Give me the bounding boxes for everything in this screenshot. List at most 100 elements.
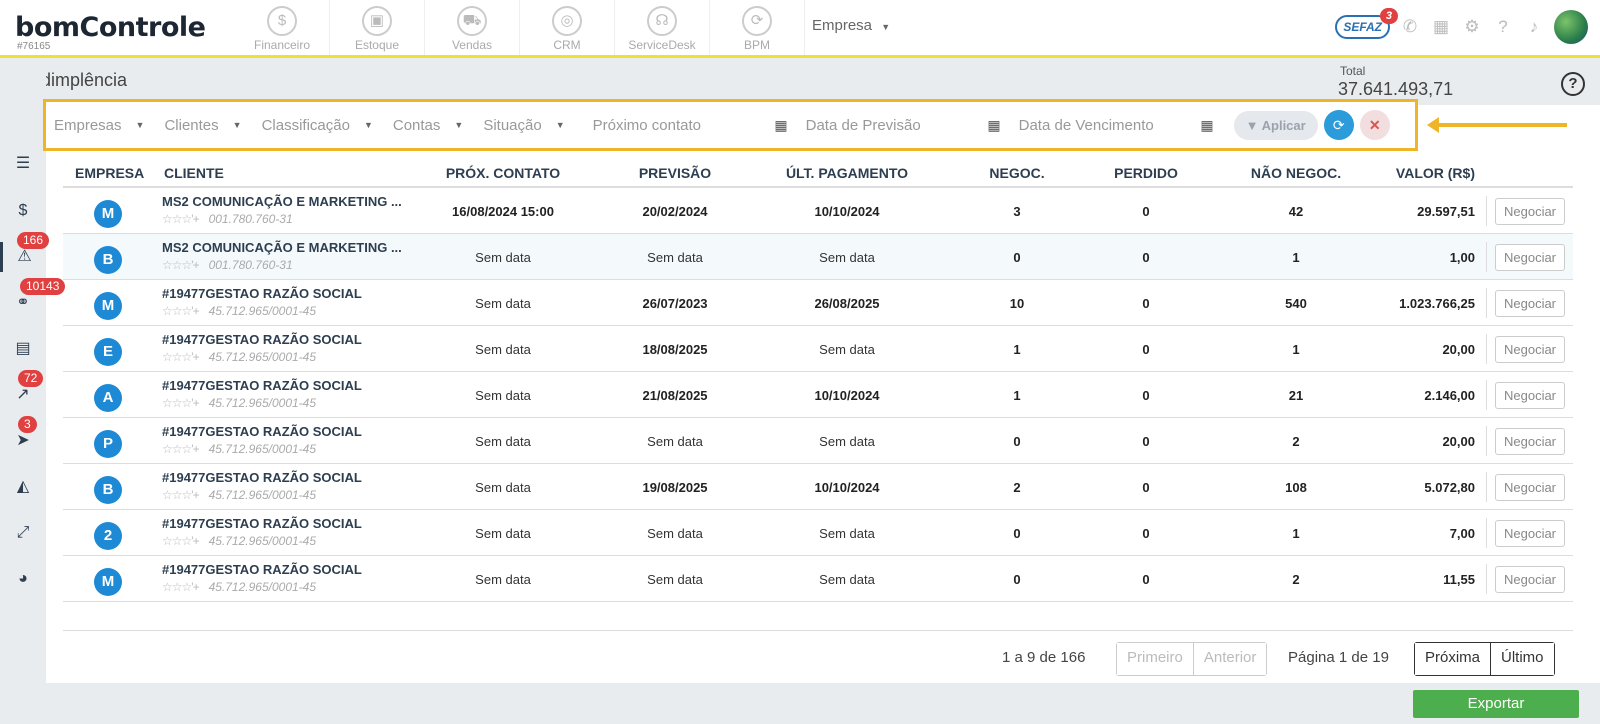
negociar-button[interactable]: Negociar <box>1495 290 1565 317</box>
sidebar-item-links[interactable]: ⚭ 10143 <box>0 278 66 318</box>
last-page-button[interactable]: Último <box>1490 643 1554 675</box>
module-label: BPM <box>743 38 770 52</box>
client-name[interactable]: MS2 COMUNICAÇÃO E MARKETING ... <box>162 240 402 255</box>
calendar-icon[interactable]: ▦ <box>1430 16 1452 38</box>
column-divider <box>1486 242 1487 272</box>
area-chart-icon[interactable]: ◭ <box>0 472 46 502</box>
whatsapp-icon[interactable]: ✆ <box>1399 16 1421 38</box>
filter-situacao[interactable]: Situação ▼ <box>483 117 564 134</box>
negociar-button[interactable]: Negociar <box>1495 566 1565 593</box>
client-name[interactable]: #19477GESTAO RAZÃO SOCIAL <box>162 516 362 531</box>
rating-stars-icon[interactable]: ☆☆☆'+ <box>162 534 200 548</box>
client-name[interactable]: #19477GESTAO RAZÃO SOCIAL <box>162 562 362 577</box>
user-avatar[interactable] <box>1554 10 1588 44</box>
col-negoc[interactable]: NEGOC. <box>989 165 1044 181</box>
module-vendas[interactable]: ⛟ Vendas <box>425 0 520 55</box>
filter-data-vencimento[interactable]: Data de Vencimento ▦ <box>1019 117 1214 134</box>
col-valor[interactable]: VALOR (R$) <box>1396 165 1475 181</box>
negociar-button[interactable]: Negociar <box>1495 520 1565 547</box>
module-estoque[interactable]: ▣ Estoque <box>330 0 425 55</box>
col-cliente[interactable]: CLIENTE <box>164 165 224 181</box>
calendar-icon[interactable]: ▦ <box>987 117 1000 134</box>
filter-contas[interactable]: Contas ▼ <box>393 117 463 134</box>
negociar-button[interactable]: Negociar <box>1495 382 1565 409</box>
col-prox-contato[interactable]: PRÓX. CONTATO <box>446 165 560 181</box>
sidebar-item-chart[interactable]: ↗ 72 <box>0 370 46 410</box>
gear-icon[interactable]: ⚙ <box>1461 16 1483 38</box>
filter-classificacao[interactable]: Classificação ▼ <box>262 117 373 134</box>
calendar-icon[interactable]: ▦ <box>1200 117 1213 134</box>
negociar-button[interactable]: Negociar <box>1495 474 1565 501</box>
negociar-button[interactable]: Negociar <box>1495 198 1565 225</box>
apply-filter-button[interactable]: ▼ Aplicar <box>1233 110 1318 140</box>
table-row[interactable]: B MS2 COMUNICAÇÃO E MARKETING ... ☆☆☆'+ 001… <box>63 234 1573 280</box>
dollar-icon[interactable]: $ <box>0 196 46 226</box>
previous-page-button[interactable]: Anterior <box>1192 643 1267 675</box>
next-page-button[interactable]: Próxima <box>1415 643 1491 675</box>
document-icon[interactable]: ▤ <box>0 334 46 364</box>
filter-empresas[interactable]: Empresas ▼ <box>54 117 144 134</box>
client-name[interactable]: #19477GESTAO RAZÃO SOCIAL <box>162 332 362 347</box>
table-row[interactable]: M MS2 COMUNICAÇÃO E MARKETING ... ☆☆☆'+ 001… <box>63 188 1573 234</box>
module-servicedesk[interactable]: ☊ ServiceDesk <box>615 0 710 55</box>
rating-stars-icon[interactable]: ☆☆☆'+ <box>162 580 200 594</box>
bell-icon[interactable]: ♪ <box>1523 16 1545 38</box>
client-name[interactable]: #19477GESTAO RAZÃO SOCIAL <box>162 470 362 485</box>
rating-stars-icon[interactable]: ☆☆☆'+ <box>162 258 200 272</box>
rating-stars-icon[interactable]: ☆☆☆'+ <box>162 350 200 364</box>
clear-filter-button[interactable]: ✕ <box>1359 110 1390 140</box>
sefaz-button[interactable]: SEFAZ 3 <box>1335 8 1398 39</box>
table-row[interactable]: 2 #19477GESTAO RAZÃO SOCIAL ☆☆☆'+ 45.712.96… <box>63 510 1573 556</box>
help-icon[interactable]: ? <box>1492 16 1514 38</box>
table-row[interactable]: M #19477GESTAO RAZÃO SOCIAL ☆☆☆'+ 45.712.96… <box>63 280 1573 326</box>
box-icon: ▣ <box>362 6 392 36</box>
table-row[interactable]: A #19477GESTAO RAZÃO SOCIAL ☆☆☆'+ 45.712.96… <box>63 372 1573 418</box>
rating-stars-icon[interactable]: ☆☆☆'+ <box>162 396 200 410</box>
empresa-dropdown[interactable]: Empresa ▼ <box>812 17 890 34</box>
negociar-button[interactable]: Negociar <box>1495 428 1565 455</box>
expand-icon[interactable]: ⤢ <box>0 518 46 548</box>
filter-data-previsao[interactable]: Data de Previsão ▦ <box>806 117 1001 134</box>
total-label: Total <box>1340 64 1366 78</box>
module-bpm[interactable]: ⟳ BPM <box>710 0 805 55</box>
rating-stars-icon[interactable]: ☆☆☆'+ <box>162 304 200 318</box>
rating-stars-icon[interactable]: ☆☆☆'+ <box>162 212 200 226</box>
col-empresa[interactable]: EMPRESA <box>75 165 144 181</box>
app-logo[interactable]: bomControle <box>15 12 206 43</box>
negociar-button[interactable]: Negociar <box>1495 336 1565 363</box>
pie-chart-icon[interactable]: ◕ <box>0 564 46 594</box>
table-row[interactable]: P #19477GESTAO RAZÃO SOCIAL ☆☆☆'+ 45.712.96… <box>63 418 1573 464</box>
links-badge: 10143 <box>20 278 66 295</box>
client-name[interactable]: #19477GESTAO RAZÃO SOCIAL <box>162 424 362 439</box>
col-ult-pagamento[interactable]: ÚLT. PAGAMENTO <box>786 165 908 181</box>
empresa-avatar: M <box>94 200 122 228</box>
col-previsao[interactable]: PREVISÃO <box>639 165 711 181</box>
client-name[interactable]: MS2 COMUNICAÇÃO E MARKETING ... <box>162 194 402 209</box>
nao-negoc-cell: 1 <box>1292 342 1300 357</box>
table-row[interactable]: E #19477GESTAO RAZÃO SOCIAL ☆☆☆'+ 45.712.96… <box>63 326 1573 372</box>
filter-proximo-contato[interactable]: Próximo contato ▦ <box>593 117 788 134</box>
module-label: Estoque <box>354 38 400 52</box>
calendar-icon[interactable]: ▦ <box>774 117 787 134</box>
empresa-avatar: M <box>94 292 122 320</box>
client-name[interactable]: #19477GESTAO RAZÃO SOCIAL <box>162 378 362 393</box>
first-page-button[interactable]: Primeiro <box>1117 643 1193 675</box>
client-name[interactable]: #19477GESTAO RAZÃO SOCIAL <box>162 286 362 301</box>
previsao-cell: 20/02/2024 <box>642 204 708 219</box>
table-row[interactable]: M #19477GESTAO RAZÃO SOCIAL ☆☆☆'+ 45.712.96… <box>63 556 1573 602</box>
rating-stars-icon[interactable]: ☆☆☆'+ <box>162 488 200 502</box>
sidebar-item-send[interactable]: ➤ 3 <box>0 416 46 456</box>
question-circle-icon[interactable]: ? <box>1561 72 1585 96</box>
export-button[interactable]: Exportar <box>1413 690 1579 718</box>
negociar-button[interactable]: Negociar <box>1495 244 1565 271</box>
sidebar-item-inadimplencia[interactable]: ⚠ 166 <box>0 232 50 272</box>
table-row[interactable]: B #19477GESTAO RAZÃO SOCIAL ☆☆☆'+ 45.712.96… <box>63 464 1573 510</box>
module-financeiro[interactable]: $ Financeiro <box>235 0 330 55</box>
menu-lines-icon[interactable]: ☰ <box>0 149 46 179</box>
col-perdido[interactable]: PERDIDO <box>1114 165 1178 181</box>
refresh-button[interactable]: ⟳ <box>1323 110 1354 140</box>
module-crm[interactable]: ◎ CRM <box>520 0 615 55</box>
filter-clientes[interactable]: Clientes ▼ <box>164 117 241 134</box>
col-nao-negoc[interactable]: NÃO NEGOC. <box>1251 165 1341 181</box>
rating-stars-icon[interactable]: ☆☆☆'+ <box>162 442 200 456</box>
